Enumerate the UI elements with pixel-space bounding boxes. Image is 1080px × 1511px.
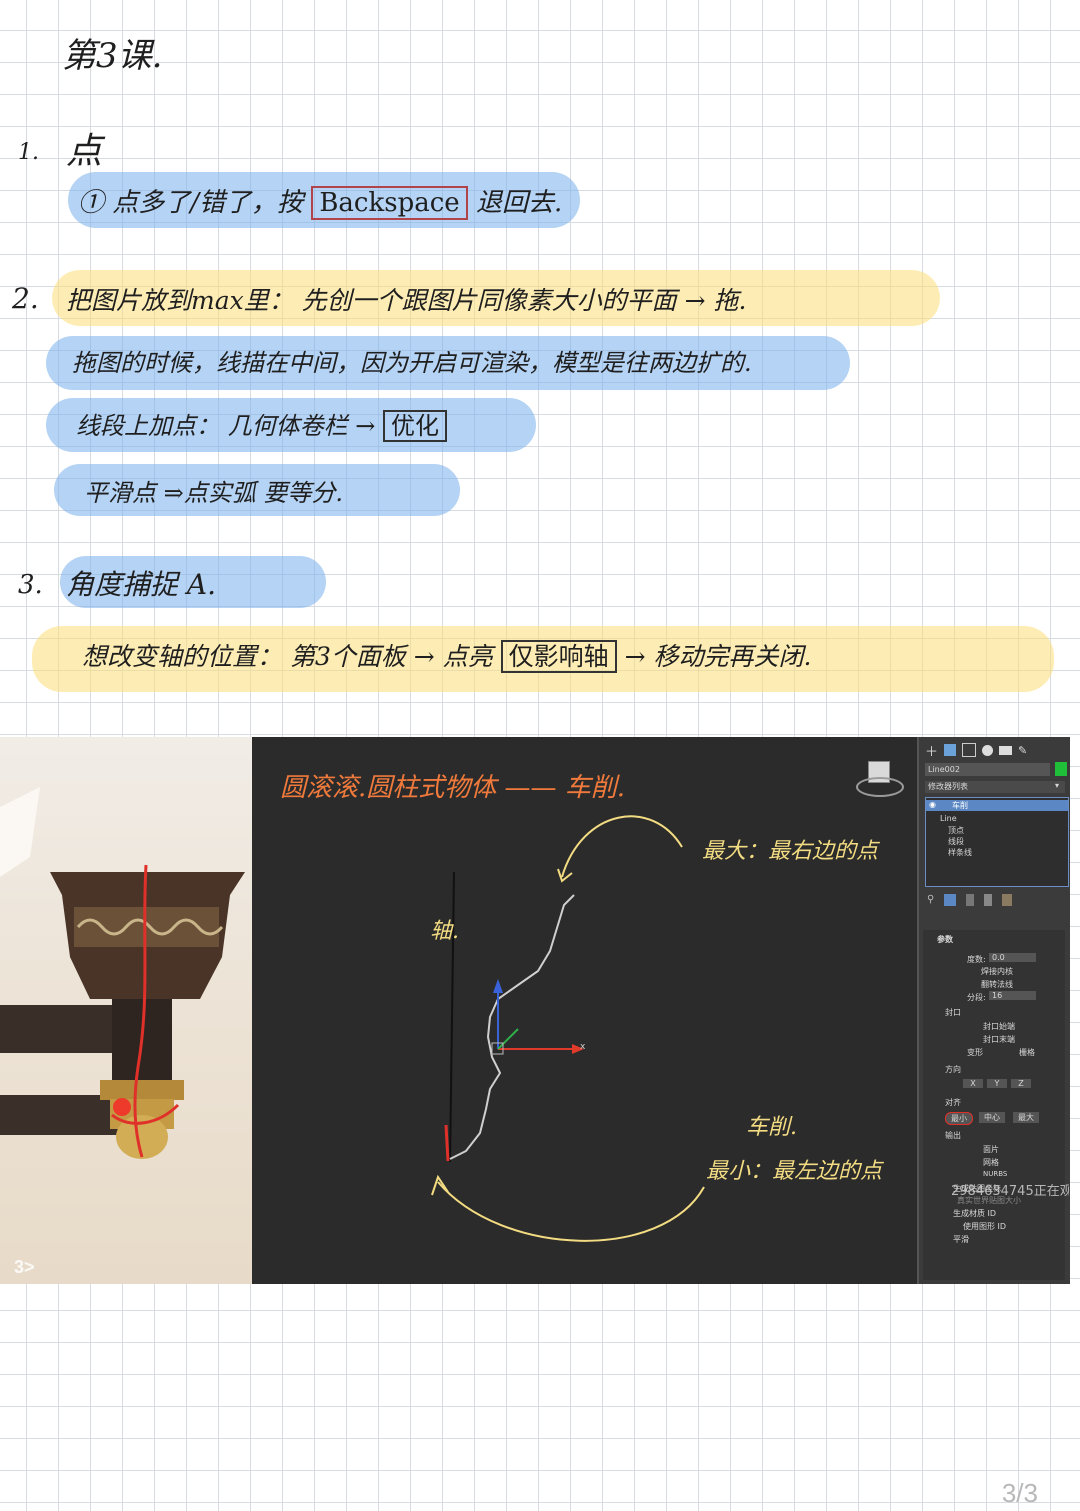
modify-tab-icon[interactable] <box>944 744 957 756</box>
section-2-line-2: 拖图的时候，线描在中间，因为开启可渲染，模型是往两边扩的. <box>72 349 752 377</box>
degrees-field[interactable]: 0.0 <box>989 953 1036 962</box>
params-header[interactable]: 参数 <box>937 934 953 945</box>
section-1-text-a: 点多了/错了，按 <box>112 188 304 218</box>
lamp-photo-drawing <box>0 787 245 1159</box>
max-label: 最大：最右边的点 <box>702 839 879 864</box>
pin-stack-icon[interactable]: ⚲ <box>927 894 934 908</box>
section-1-number: 1. <box>18 140 39 165</box>
make-unique-icon[interactable] <box>966 894 975 906</box>
nurbs-radio[interactable]: NURBS <box>983 1170 1007 1178</box>
dir-y-button[interactable]: Y <box>987 1079 1007 1088</box>
stack-vertex-label[interactable]: 顶点 <box>948 825 964 836</box>
direction-label: 方向 <box>945 1065 961 1074</box>
patch-radio[interactable]: 面片 <box>983 1144 999 1155</box>
object-color-swatch[interactable] <box>1055 762 1067 776</box>
profile-spline <box>449 894 575 1160</box>
section-1-heading: 点 <box>66 131 103 172</box>
output-label: 输出 <box>945 1131 961 1140</box>
section-3-number: 3. <box>18 570 43 600</box>
gen-material-id-checkbox[interactable]: 生成材质 ID <box>953 1208 996 1219</box>
live-viewer-watermark: 2984634745正在观看 <box>951 1184 1069 1199</box>
mesh-radio[interactable]: 网格 <box>983 1157 999 1168</box>
section-3-line-2-a: 想改变轴的位置： 第3个面板 → 点亮 <box>82 642 493 671</box>
gizmo-z-arrow <box>493 979 503 993</box>
weld-core-checkbox[interactable]: 焊接内核 <box>981 966 1013 977</box>
capping-label: 封口 <box>945 1008 961 1017</box>
motion-tab-icon[interactable] <box>982 744 994 756</box>
command-panel: ＋ ✎ Line002 修改器列表 ▾ ◉ 车削 Line 顶点 线段 样条线 … <box>917 737 1070 1284</box>
circled-number-one: ① <box>78 188 105 218</box>
display-tab-icon[interactable] <box>999 745 1013 755</box>
utilities-tab-icon[interactable]: ✎ <box>1018 744 1027 757</box>
min-label: 最小：最左边的点 <box>706 1159 883 1184</box>
optimize-button-sketch: 优化 <box>383 410 448 442</box>
arrow-to-min <box>437 1181 705 1242</box>
modifier-stack: ◉ 车削 Line 顶点 线段 样条线 <box>925 797 1069 887</box>
show-end-result-icon[interactable] <box>944 894 957 906</box>
section-2-number: 2. <box>12 282 39 315</box>
segments-label: 分段: <box>967 993 986 1002</box>
section-2-line-4: 平滑点 ⇒点实弧 要等分. <box>84 479 343 507</box>
cap-start-checkbox[interactable]: 封口始端 <box>983 1021 1015 1032</box>
morph-radio[interactable]: 变形 <box>967 1047 983 1058</box>
align-max-button[interactable]: 最大 <box>1013 1112 1039 1123</box>
lamp-photo: 3> <box>0 737 252 1284</box>
arrow-to-max <box>561 815 683 878</box>
cap-end-checkbox[interactable]: 封口末端 <box>983 1034 1015 1045</box>
stack-spline-label[interactable]: 样条线 <box>948 847 972 858</box>
min-point-mark <box>444 1124 450 1162</box>
stack-lathe-label: 车削 <box>952 801 968 810</box>
section-2-line-3-text: 线段上加点： 几何体卷栏 → <box>76 412 376 440</box>
stack-toolbar: ⚲ <box>927 894 1013 908</box>
section-3-line-2: 想改变轴的位置： 第3个面板 → 点亮 仅影响轴 → 移动完再关闭. <box>82 637 811 673</box>
create-tab-icon[interactable]: ＋ <box>925 741 938 760</box>
axis-label-x: x <box>580 1042 586 1052</box>
gizmo-y <box>497 1028 519 1050</box>
modifier-list-label: 修改器列表 <box>928 782 968 791</box>
degrees-label: 度数: <box>967 955 986 964</box>
remove-modifier-icon[interactable] <box>984 894 993 906</box>
use-shape-id-checkbox[interactable]: 使用图形 ID <box>963 1221 1006 1232</box>
axis-label: 轴. <box>430 919 459 944</box>
lathe-label: 车削. <box>746 1115 797 1140</box>
page-title: 第3课. <box>62 36 163 76</box>
flip-normals-checkbox[interactable]: 翻转法线 <box>981 979 1013 990</box>
stack-line-label[interactable]: Line <box>940 814 957 823</box>
section-1-line: ① 点多了/错了，按 Backspace 退回去. <box>78 182 563 220</box>
align-label: 对齐 <box>945 1098 961 1107</box>
align-min-button[interactable]: 最小 <box>945 1112 973 1125</box>
hierarchy-tab-icon[interactable] <box>962 743 977 757</box>
section-1-text-b: 退回去. <box>475 188 563 218</box>
section-3-line-1: 角度捕捉 A. <box>66 568 217 601</box>
backspace-key: Backspace <box>311 186 468 220</box>
section-2-line-1: 把图片放到max里： 先创一个跟图片同像素大小的平面 → 拖. <box>66 286 747 315</box>
parameters-rollout: 参数 度数: 0.0 焊接内核 翻转法线 分段: 16 封口 封口始端 封口末端… <box>923 930 1065 1280</box>
panel-tab-icons: ＋ ✎ <box>925 741 1065 760</box>
stack-item-lathe[interactable]: ◉ 车削 <box>926 800 1068 811</box>
chevron-down-icon: ▾ <box>1055 781 1060 790</box>
3d-viewport: 圆滚滚.圆柱式物体 —— 车削. x 轴. 最大：最右边的点 车削. 最小：最左… <box>252 737 917 1284</box>
smooth-checkbox[interactable]: 平滑 <box>953 1234 969 1245</box>
page-indicator: 3/3 <box>1001 1478 1038 1508</box>
modifier-list-dropdown[interactable]: 修改器列表 ▾ <box>925 781 1065 793</box>
section-2-line-3: 线段上加点： 几何体卷栏 → 优化 <box>76 406 448 442</box>
object-name-field[interactable]: Line002 <box>925 763 1050 776</box>
align-center-button[interactable]: 中心 <box>979 1112 1005 1123</box>
section-3-line-2-b: → 移动完再关闭. <box>624 642 812 671</box>
dir-z-button[interactable]: Z <box>1011 1079 1031 1088</box>
dir-x-button[interactable]: X <box>963 1079 983 1088</box>
segments-field[interactable]: 16 <box>989 991 1036 1000</box>
affect-pivot-only-sketch: 仅影响轴 <box>500 640 617 673</box>
lathe-sketch <box>431 815 705 1242</box>
tutorial-screenshot: 3> 圆滚滚.圆柱式物体 —— 车削. x 轴. 最大：最右边的点 车削. 最小… <box>0 737 1070 1284</box>
grid-radio[interactable]: 栅格 <box>1019 1047 1035 1058</box>
stack-segment-label[interactable]: 线段 <box>948 836 964 847</box>
photo-badge: 3> <box>14 1257 35 1277</box>
eye-icon[interactable]: ◉ <box>929 800 936 809</box>
configure-sets-icon[interactable] <box>1002 894 1013 906</box>
